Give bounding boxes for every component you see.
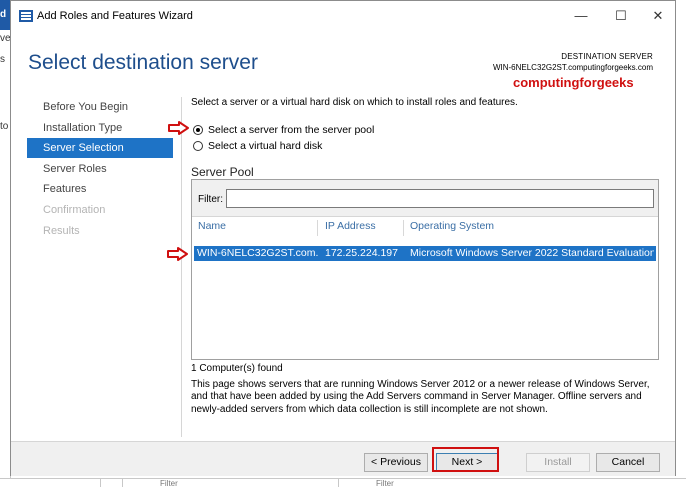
option-virtual-hard-disk[interactable]: Select a virtual hard disk bbox=[193, 140, 322, 152]
background-fragment: ve bbox=[0, 33, 11, 44]
filter-label: Filter: bbox=[198, 194, 223, 205]
column-header-name[interactable]: Name bbox=[198, 220, 226, 232]
title-bar: Add Roles and Features Wizard — ☐ ✕ bbox=[11, 1, 675, 31]
cell-ip-address: 172.25.224.197 bbox=[325, 247, 398, 259]
window-title: Add Roles and Features Wizard bbox=[37, 10, 193, 22]
close-button[interactable]: ✕ bbox=[638, 5, 678, 27]
minimize-button[interactable]: — bbox=[561, 5, 601, 27]
nav-item-installation-type[interactable]: Installation Type bbox=[27, 118, 173, 138]
annotation-arrow-icon bbox=[168, 121, 189, 135]
background-fragment: Filter bbox=[160, 479, 178, 488]
footer-bar: < Previous Next > Install Cancel bbox=[11, 441, 675, 476]
cell-operating-system: Microsoft Windows Server 2022 Standard E… bbox=[410, 247, 654, 259]
wizard-window: Add Roles and Features Wizard — ☐ ✕ Sele… bbox=[10, 0, 676, 476]
annotation-arrow-icon bbox=[167, 247, 188, 261]
filter-bar: Filter: bbox=[192, 180, 658, 217]
server-pool-label: Server Pool bbox=[191, 165, 254, 179]
radio-server-pool[interactable] bbox=[193, 125, 203, 135]
computers-found-text: 1 Computer(s) found bbox=[191, 363, 283, 374]
server-pool-table: Filter: Name IP Address Operating System… bbox=[191, 179, 659, 360]
cell-name: WIN-6NELC32G2ST.com... bbox=[197, 247, 319, 259]
annotation-highlight-box bbox=[432, 447, 499, 472]
background-fragment: d bbox=[0, 9, 7, 20]
intro-text: Select a server or a virtual hard disk o… bbox=[191, 97, 518, 108]
background-fragment: Filter bbox=[376, 479, 394, 488]
nav-item-before-you-begin[interactable]: Before You Begin bbox=[27, 97, 173, 117]
option-virtual-hard-disk-label: Select a virtual hard disk bbox=[208, 140, 323, 152]
option-server-pool-label: Select a server from the server pool bbox=[208, 124, 375, 136]
nav-item-features[interactable]: Features bbox=[27, 179, 173, 199]
destination-server-value: WIN-6NELC32G2ST.computingforgeeks.com bbox=[492, 63, 653, 72]
background-fragment: s bbox=[0, 54, 5, 65]
background-fragment: to bbox=[0, 121, 9, 132]
nav-item-results: Results bbox=[43, 224, 80, 237]
column-header-ip-address[interactable]: IP Address bbox=[325, 220, 376, 232]
filter-input[interactable] bbox=[226, 189, 654, 208]
destination-server-label: DESTINATION SERVER bbox=[561, 52, 653, 61]
radio-virtual-hard-disk[interactable] bbox=[193, 141, 203, 151]
install-button: Install bbox=[526, 453, 590, 472]
nav-item-confirmation: Confirmation bbox=[43, 203, 106, 216]
watermark-text: computingforgeeks bbox=[513, 75, 634, 90]
description-text: This page shows servers that are running… bbox=[191, 379, 650, 415]
previous-button[interactable]: < Previous bbox=[364, 453, 428, 472]
page-title: Select destination server bbox=[28, 51, 258, 74]
column-separator[interactable] bbox=[403, 220, 404, 236]
nav-item-server-roles[interactable]: Server Roles bbox=[27, 159, 173, 179]
column-separator[interactable] bbox=[317, 220, 318, 236]
nav-item-server-selection[interactable]: Server Selection bbox=[27, 138, 173, 159]
nav-divider bbox=[181, 97, 182, 437]
cancel-button[interactable]: Cancel bbox=[596, 453, 660, 472]
table-row[interactable]: WIN-6NELC32G2ST.com... 172.25.224.197 Mi… bbox=[194, 246, 656, 261]
server-manager-icon bbox=[19, 10, 33, 22]
option-server-pool[interactable]: Select a server from the server pool bbox=[193, 124, 374, 136]
maximize-button[interactable]: ☐ bbox=[601, 5, 641, 27]
wizard-nav: Before You Begin Installation Type Serve… bbox=[27, 97, 173, 241]
column-header-operating-system[interactable]: Operating System bbox=[410, 220, 494, 232]
